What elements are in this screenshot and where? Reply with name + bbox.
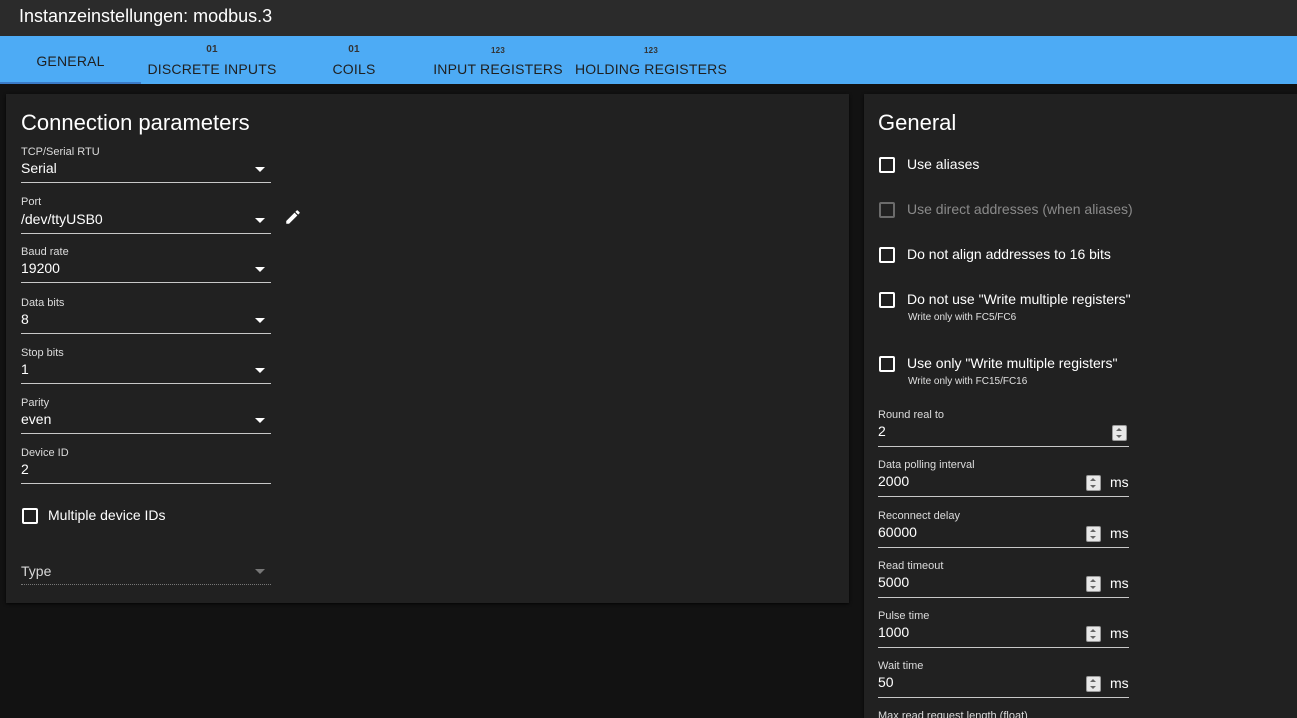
checkbox-label: Do not use "Write multiple registers" — [907, 291, 1131, 307]
field-underline — [21, 282, 271, 283]
checkbox-box[interactable] — [879, 247, 895, 263]
field-label: Data bits — [21, 297, 65, 309]
checkbox-label: Do not align addresses to 16 bits — [907, 246, 1111, 262]
caret-down-icon — [255, 418, 265, 423]
checkbox-hint: Write only with FC5/FC6 — [908, 312, 1017, 323]
tab-input-registers[interactable]: 123 INPUT REGISTERS — [427, 36, 569, 84]
field-label: Read timeout — [878, 560, 944, 572]
field-label: Port — [21, 196, 42, 208]
checkbox-label: Multiple device IDs — [48, 507, 166, 523]
caret-down-icon — [255, 368, 265, 373]
field-underline — [878, 496, 1129, 497]
field-label: Round real to — [878, 409, 945, 421]
field-underline — [878, 597, 1129, 598]
field-label: Reconnect delay — [878, 510, 960, 522]
window-title: Instanzeinstellungen: modbus.3 — [19, 6, 273, 26]
field-label: Stop bits — [21, 347, 64, 359]
checkbox-box[interactable] — [879, 292, 895, 308]
spinner-icon[interactable] — [1086, 576, 1101, 592]
unit-label: ms — [1110, 675, 1129, 691]
field-label: Baud rate — [21, 246, 69, 258]
spinner-icon[interactable] — [1112, 425, 1127, 441]
field-value: even — [21, 411, 52, 427]
checkbox-label: Use aliases — [907, 156, 980, 172]
field-underline — [878, 446, 1129, 447]
checkbox-label: Use only "Write multiple registers" — [907, 355, 1118, 371]
tab-coils[interactable]: 01 COILS — [283, 36, 425, 84]
field-underline — [21, 233, 271, 234]
binary-icon: 01 — [206, 44, 218, 55]
tab-coils-label: COILS — [332, 61, 376, 77]
checkbox-box[interactable] — [879, 157, 895, 173]
field-value: Serial — [21, 160, 57, 176]
field-value: 8 — [21, 311, 29, 327]
connection-panel — [6, 94, 849, 603]
spinner-icon[interactable] — [1086, 626, 1101, 642]
tab-holding-registers[interactable]: 123 HOLDING REGISTERS — [569, 36, 733, 84]
unit-label: ms — [1110, 525, 1129, 541]
field-underline — [878, 647, 1129, 648]
field-label: Device ID — [21, 447, 69, 459]
caret-down-icon — [255, 267, 265, 272]
binary-icon: 01 — [348, 44, 360, 55]
checkbox-box[interactable] — [879, 356, 895, 372]
spinner-icon[interactable] — [1086, 475, 1101, 491]
field-value: 2 — [878, 423, 886, 439]
tab-holding-registers-label: HOLDING REGISTERS — [575, 61, 727, 77]
caret-down-icon — [255, 318, 265, 323]
field-value: 19200 — [21, 260, 60, 276]
field-underline — [21, 383, 271, 384]
field-underline — [878, 547, 1129, 548]
general-panel — [864, 94, 1297, 718]
field-value: 2000 — [878, 473, 910, 489]
general-title: General — [878, 110, 957, 135]
field-underline — [21, 333, 271, 334]
field-value: 60000 — [878, 524, 917, 540]
checkbox-label: Use direct addresses (when aliases) — [907, 201, 1133, 217]
spinner-icon[interactable] — [1086, 526, 1101, 542]
pencil-icon[interactable] — [284, 208, 302, 226]
field-underline — [21, 584, 271, 585]
unit-label: ms — [1110, 474, 1129, 490]
field-underline — [21, 483, 271, 484]
field-label: Wait time — [878, 660, 924, 672]
field-value: 1000 — [878, 624, 910, 640]
field-value: 1 — [21, 361, 29, 377]
numeric-icon: 123 — [644, 46, 658, 55]
field-underline — [878, 697, 1129, 698]
tab-general[interactable]: GENERAL — [0, 36, 141, 84]
field-value: 2 — [21, 461, 29, 477]
field-label: TCP/Serial RTU — [21, 146, 100, 158]
numeric-icon: 123 — [491, 46, 505, 55]
connection-title: Connection parameters — [21, 110, 250, 135]
field-label: Pulse time — [878, 610, 930, 622]
max-read-request-label: Max read request length (float) — [878, 710, 1028, 718]
tab-general-label: GENERAL — [36, 53, 105, 69]
unit-label: ms — [1110, 575, 1129, 591]
checkbox-box[interactable] — [22, 508, 38, 524]
unit-label: ms — [1110, 625, 1129, 641]
caret-down-icon — [255, 218, 265, 223]
field-value: 5000 — [878, 574, 910, 590]
checkbox-hint: Write only with FC15/FC16 — [908, 376, 1028, 387]
caret-down-icon — [255, 569, 265, 574]
field-value: /dev/ttyUSB0 — [21, 211, 103, 227]
field-underline — [21, 182, 271, 183]
tab-bar: GENERAL 01 DISCRETE INPUTS 01 COILS 123 … — [0, 36, 1297, 84]
field-underline — [21, 433, 271, 434]
field-value: 50 — [878, 674, 894, 690]
type-select[interactable]: Type — [21, 562, 271, 586]
tab-input-registers-label: INPUT REGISTERS — [433, 61, 563, 77]
tab-discrete-inputs[interactable]: 01 DISCRETE INPUTS — [141, 36, 283, 84]
field-label: Data polling interval — [878, 459, 975, 471]
caret-down-icon — [255, 167, 265, 172]
type-label: Type — [21, 563, 52, 579]
checkbox-box — [879, 202, 895, 218]
spinner-icon[interactable] — [1086, 676, 1101, 692]
window-titlebar: Instanzeinstellungen: modbus.3 — [0, 0, 1297, 36]
tab-discrete-inputs-label: DISCRETE INPUTS — [147, 61, 277, 77]
field-label: Parity — [21, 397, 50, 409]
